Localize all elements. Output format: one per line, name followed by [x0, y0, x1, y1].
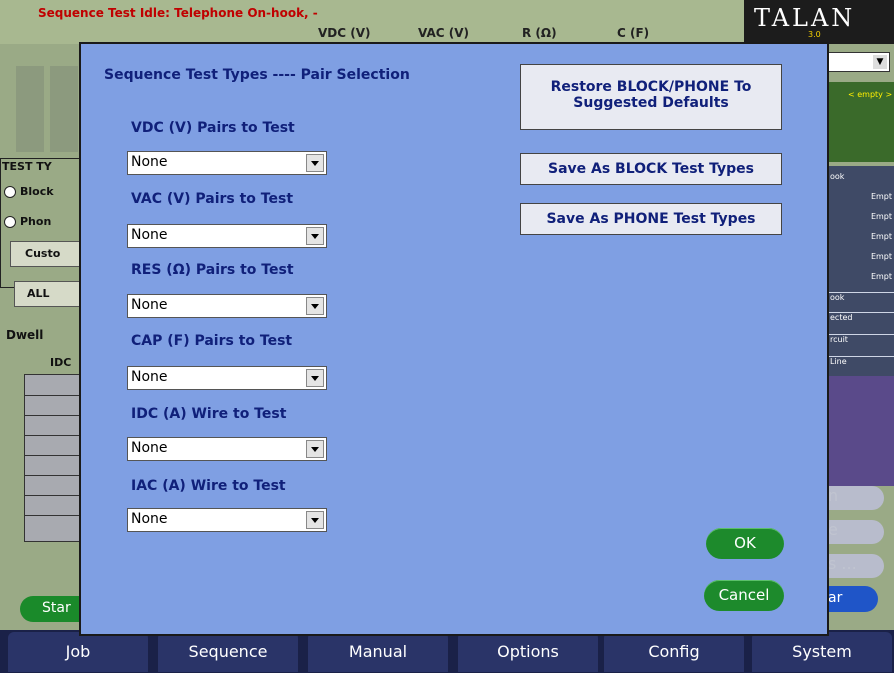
idc-label: IDC	[50, 356, 72, 369]
test-type-label: TEST TY	[2, 160, 52, 173]
list-item: Empt	[870, 252, 892, 261]
right-green-panel: < empty >	[828, 82, 894, 162]
res-pairs-label: RES (Ω) Pairs to Test	[131, 262, 294, 278]
list-item: Empt	[870, 192, 892, 201]
radio-block[interactable]	[4, 186, 16, 198]
iac-wire-select[interactable]: None	[127, 508, 327, 532]
column-vdc: VDC (V)	[318, 26, 371, 40]
dialog-title: Sequence Test Types ---- Pair Selection	[104, 67, 410, 83]
ghost-button[interactable]: s ...	[828, 554, 884, 578]
list-item: Empt	[870, 212, 892, 221]
right-status-list: ook Empt Empt Empt Empt Empt ook ected r…	[828, 166, 894, 376]
list-item: Empt	[870, 232, 892, 241]
save-phone-button[interactable]: Save As PHONE Test Types	[520, 203, 782, 235]
all-button[interactable]: ALL	[14, 281, 80, 307]
nav-config[interactable]: Config	[604, 632, 744, 672]
chevron-down-icon	[306, 297, 324, 315]
vdc-pairs-label: VDC (V) Pairs to Test	[131, 120, 295, 136]
ghost-button[interactable]: e	[828, 520, 884, 544]
nav-system[interactable]: System	[752, 632, 892, 672]
chevron-down-icon	[306, 440, 324, 458]
cap-pairs-label: CAP (F) Pairs to Test	[131, 333, 293, 349]
left-panel-block	[16, 66, 44, 152]
column-r: R (Ω)	[522, 26, 557, 40]
nav-options[interactable]: Options	[458, 632, 598, 672]
results-grid	[24, 374, 81, 542]
idc-wire-select[interactable]: None	[127, 437, 327, 461]
chevron-down-icon	[306, 154, 324, 172]
idc-wire-label: IDC (A) Wire to Test	[131, 406, 287, 422]
vac-pairs-select[interactable]: None	[127, 224, 327, 248]
right-dropdown[interactable]: ▼	[828, 52, 890, 72]
column-vac: VAC (V)	[418, 26, 469, 40]
list-item: Empt	[870, 272, 892, 281]
nav-job[interactable]: Job	[8, 632, 148, 672]
right-purple-panel	[828, 376, 894, 486]
vdc-pairs-select[interactable]: None	[127, 151, 327, 175]
ok-button[interactable]: OK	[706, 528, 784, 559]
nav-manual[interactable]: Manual	[308, 632, 448, 672]
res-pairs-select[interactable]: None	[127, 294, 327, 318]
cancel-button[interactable]: Cancel	[704, 580, 784, 611]
radio-phone-label: Phon	[20, 215, 52, 228]
cap-pairs-select[interactable]: None	[127, 366, 327, 390]
empty-label: < empty >	[848, 90, 893, 99]
left-panel-block	[50, 66, 78, 152]
clear-button[interactable]: ar	[828, 586, 878, 612]
chevron-down-icon: ▼	[873, 55, 887, 69]
column-c: C (F)	[617, 26, 650, 40]
restore-line-1: Restore BLOCK/PHONE To	[550, 79, 752, 95]
talan-logo: TALAN	[754, 4, 856, 32]
custom-button[interactable]: Custo	[10, 241, 80, 267]
chevron-down-icon	[306, 369, 324, 387]
list-item: ected	[828, 312, 894, 322]
restore-line-2: Suggested Defaults	[573, 95, 729, 111]
logo-version: 3.0	[808, 30, 821, 39]
dwell-label: Dwell	[6, 328, 44, 342]
vac-pairs-label: VAC (V) Pairs to Test	[131, 191, 294, 207]
save-block-button[interactable]: Save As BLOCK Test Types	[520, 153, 782, 185]
iac-wire-label: IAC (A) Wire to Test	[131, 478, 286, 494]
list-item: ook	[830, 172, 845, 181]
radio-phone[interactable]	[4, 216, 16, 228]
chevron-down-icon	[306, 511, 324, 529]
list-item: ook	[828, 292, 894, 302]
restore-defaults-button[interactable]: Restore BLOCK/PHONE To Suggested Default…	[520, 64, 782, 130]
ghost-button[interactable]: n	[828, 486, 884, 510]
radio-block-label: Block	[20, 185, 54, 198]
list-item: Line	[828, 356, 894, 366]
chevron-down-icon	[306, 227, 324, 245]
list-item: rcuit	[828, 334, 894, 344]
status-text: Sequence Test Idle: Telephone On-hook, -	[38, 6, 318, 20]
nav-sequence[interactable]: Sequence	[158, 632, 298, 672]
